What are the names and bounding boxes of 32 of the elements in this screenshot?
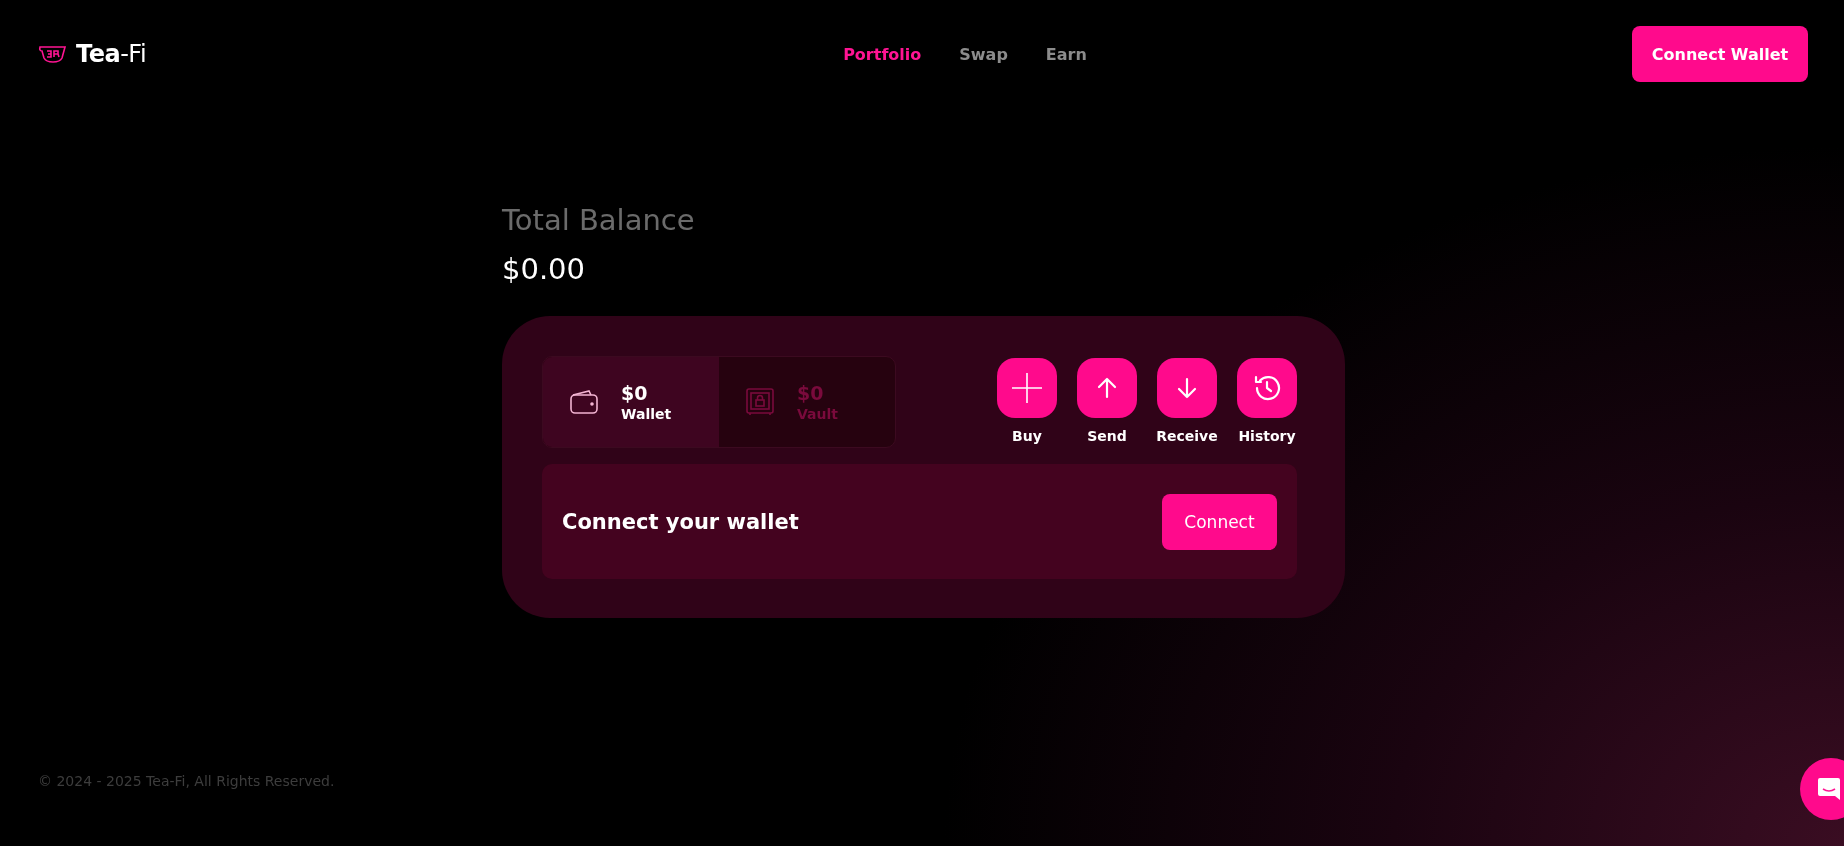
action-label: Receive [1156,428,1218,444]
copyright-text: © 2024 - 2025 Tea-Fi, All Rights Reserved. [38,773,335,789]
history-button[interactable] [1237,358,1297,418]
nav-link[interactable]: Portfolio [843,44,922,64]
account-label: Wallet [621,406,672,422]
safe-icon [745,387,775,417]
account-tab[interactable]: $0 Wallet [543,357,719,447]
receive-button[interactable] [1157,358,1217,418]
arrow-up-icon [1095,376,1119,400]
wallet-icon [569,389,599,415]
account-label: Vault [797,406,838,422]
action-label: History [1238,428,1296,444]
logo-text: Tea-Fi [76,40,147,68]
action-label: Send [1087,428,1127,444]
account-amount: $0 [621,382,649,404]
action-label: Buy [1012,428,1042,444]
history-icon [1252,373,1282,403]
nav-link[interactable]: Earn [1045,44,1087,64]
send-button[interactable] [1077,358,1137,418]
connect-message: Connect your wallet [562,509,799,534]
connect-button[interactable]: Connect [1162,493,1277,550]
chat-button[interactable] [1800,758,1844,820]
teacup-logo-icon [38,44,68,64]
plus-icon [1010,371,1044,405]
balance-value: $0.00 [502,255,587,284]
buy-button[interactable] [997,358,1057,418]
nav-link[interactable]: Swap [959,44,1008,64]
balance-label: Total Balance [502,206,696,235]
arrow-down-icon [1175,376,1199,400]
connect-wallet-button[interactable]: Connect Wallet [1632,26,1808,82]
account-amount: $0 [797,382,825,404]
chat-icon [1816,776,1842,802]
